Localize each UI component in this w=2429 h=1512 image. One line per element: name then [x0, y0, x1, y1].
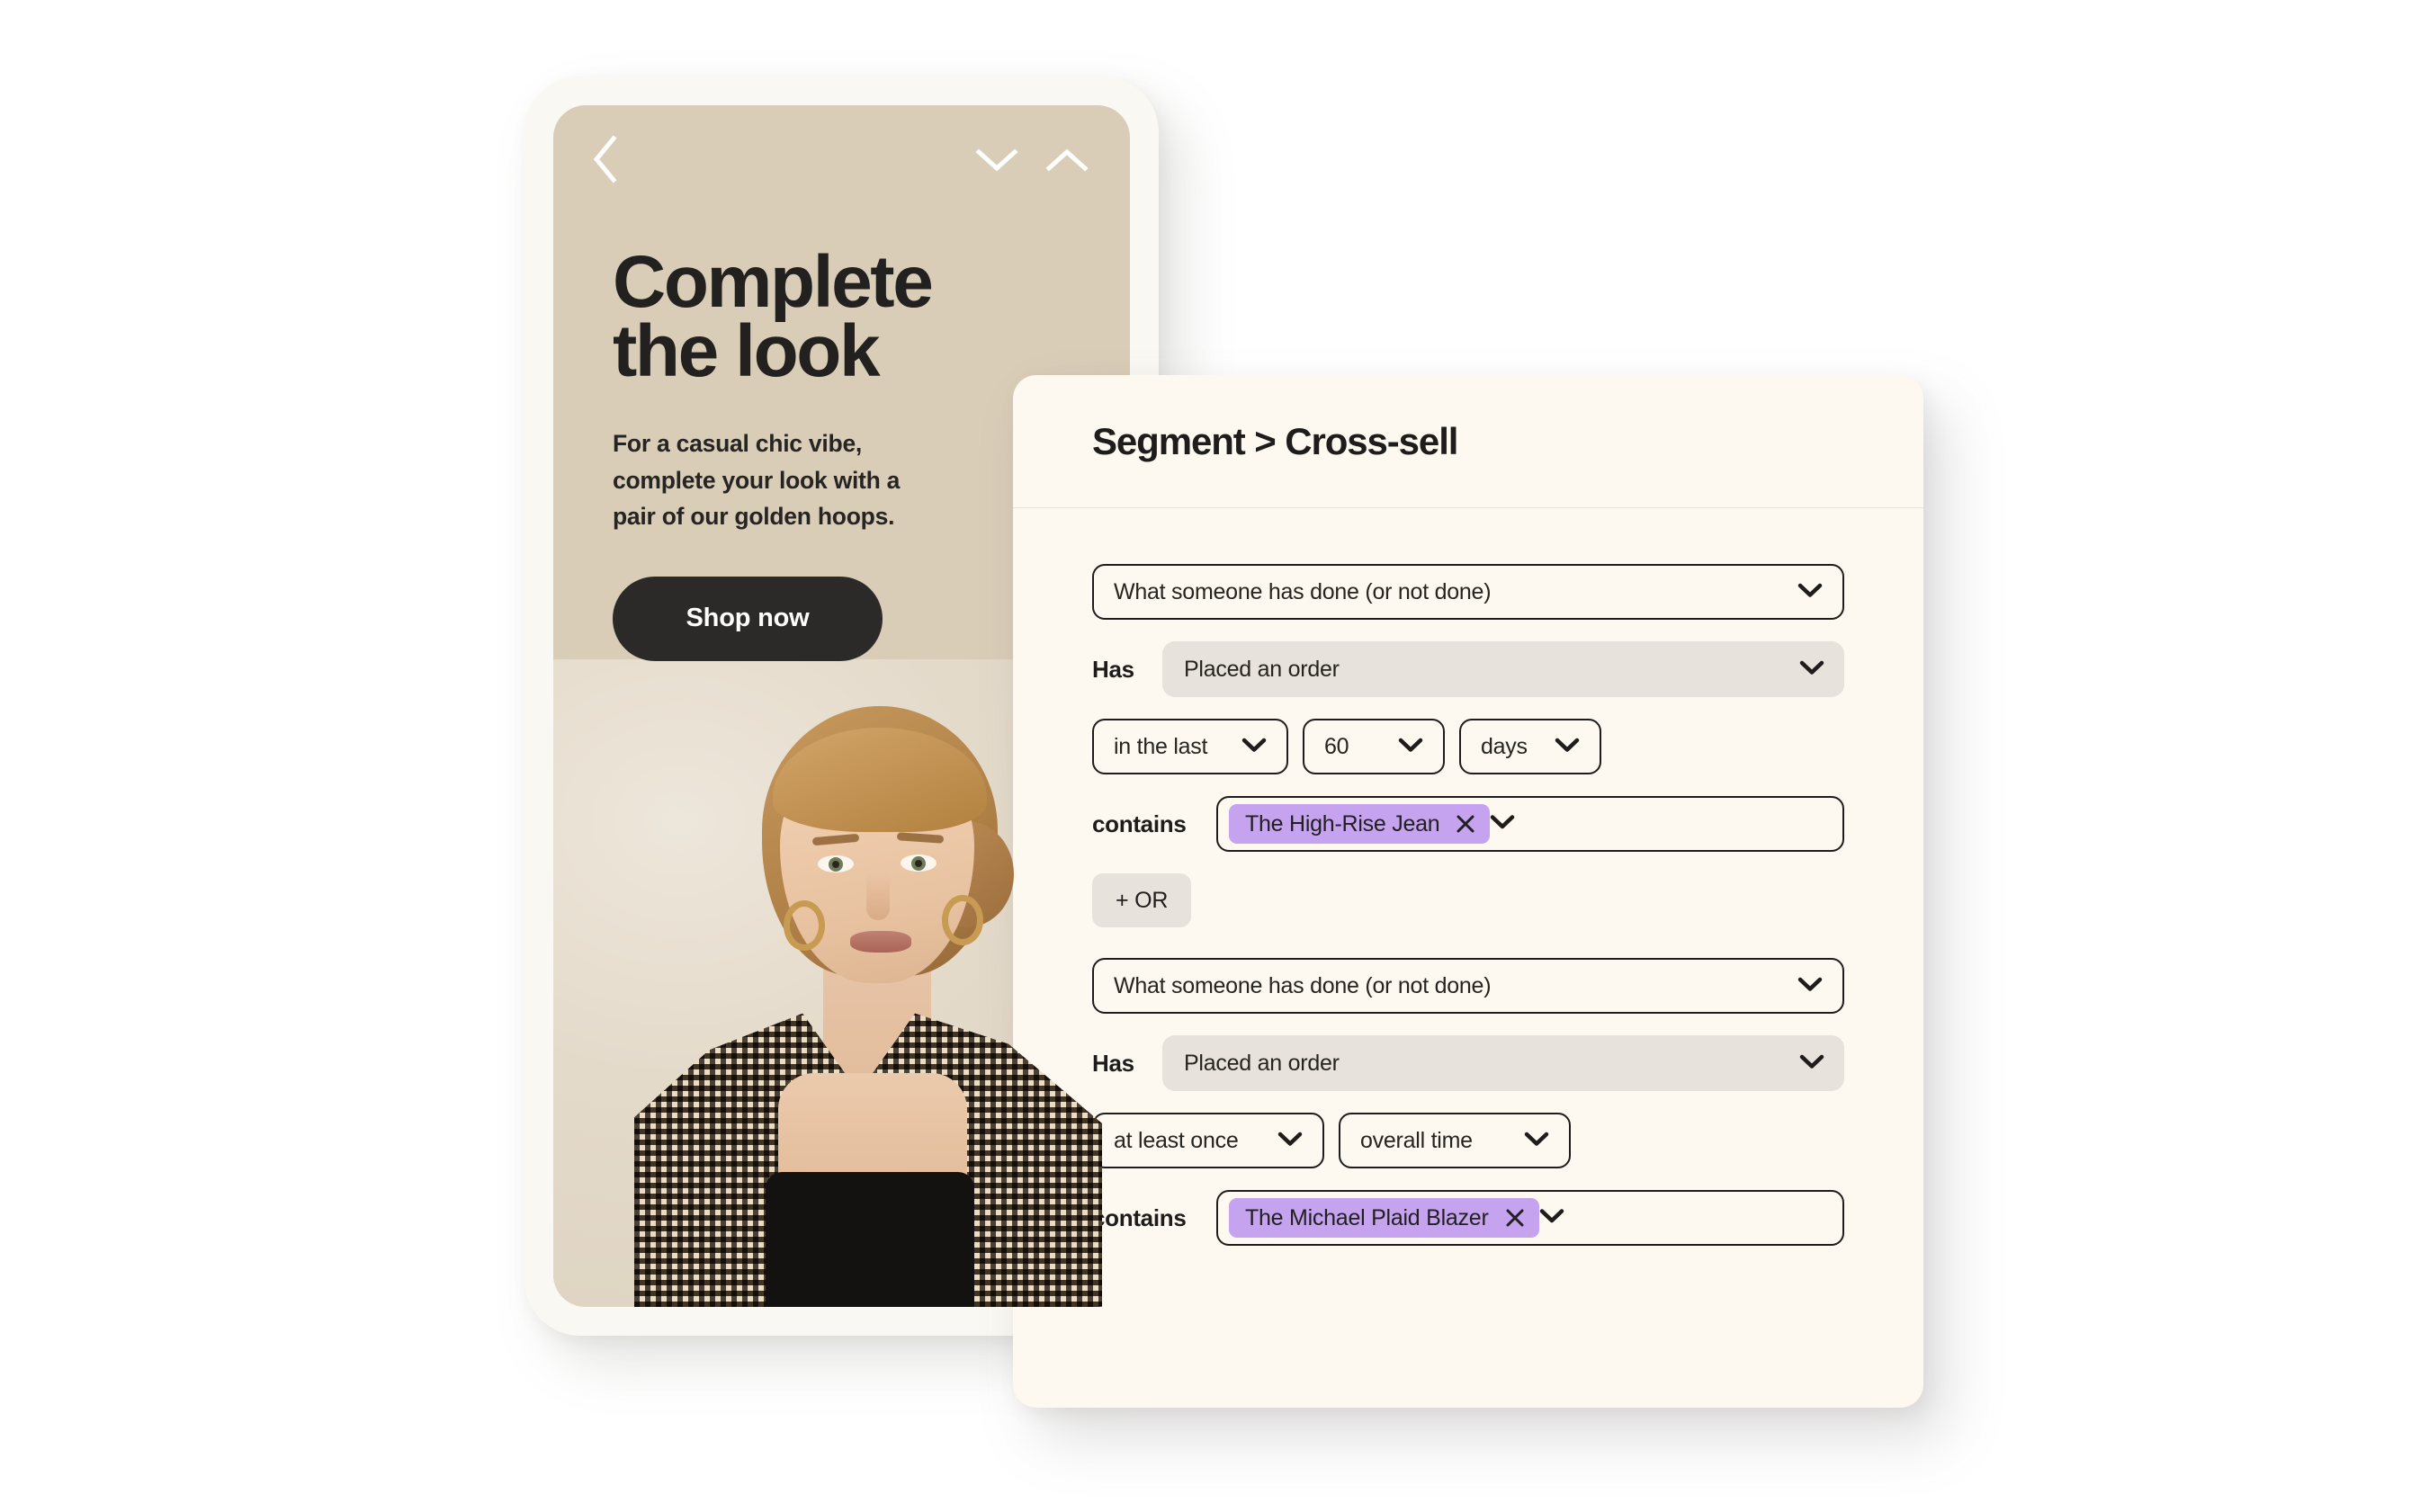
contains-field-2[interactable]: The Michael Plaid Blazer: [1216, 1190, 1844, 1246]
chevron-down-icon[interactable]: [973, 144, 1020, 174]
phone-topbar: [553, 105, 1130, 213]
event-value-1: Placed an order: [1184, 656, 1340, 682]
event-select-1[interactable]: Placed an order: [1162, 641, 1844, 697]
has-label-1: Has: [1092, 655, 1134, 683]
nose: [866, 873, 890, 920]
contains-row-1: contains The High-Rise Jean: [1092, 796, 1844, 852]
timeframe-operator-value-1: in the last: [1114, 733, 1208, 759]
timeframe-row-1: in the last 60 days: [1092, 719, 1844, 774]
chevron-down-icon: [1241, 734, 1267, 760]
black-top: [766, 1172, 974, 1307]
mouth: [850, 931, 911, 953]
contains-field-1[interactable]: The High-Rise Jean: [1216, 796, 1844, 852]
chevron-down-icon: [1277, 1128, 1303, 1154]
product-chip[interactable]: The High-Rise Jean: [1229, 804, 1491, 844]
contains-label-1: contains: [1092, 810, 1187, 837]
condition-type-select-1[interactable]: What someone has done (or not done): [1092, 564, 1844, 620]
chevron-up-icon[interactable]: [1044, 144, 1090, 174]
chevron-down-icon: [1490, 814, 1515, 835]
timeframe-unit-select-1[interactable]: days: [1459, 719, 1601, 774]
timeframe-amount-select-1[interactable]: 60: [1303, 719, 1445, 774]
condition-type-value-1: What someone has done (or not done): [1114, 578, 1492, 604]
close-icon[interactable]: [1503, 1206, 1527, 1230]
product-chip-label-1: The High-Rise Jean: [1245, 810, 1440, 837]
card-header: Segment > Cross-sell: [1013, 375, 1923, 508]
eye-left: [818, 855, 854, 872]
has-label-2: Has: [1092, 1049, 1134, 1077]
chevron-down-icon: [1799, 1051, 1824, 1077]
promo-subcopy: For a casual chic vibe, complete your lo…: [613, 430, 901, 531]
event-row-2: Has Placed an order: [1092, 1035, 1844, 1091]
chevron-down-icon: [1539, 1208, 1564, 1229]
frequency-value-2: at least once: [1114, 1127, 1239, 1153]
condition-row-2: What someone has done (or not done): [1092, 958, 1844, 1014]
product-chip[interactable]: The Michael Plaid Blazer: [1229, 1198, 1539, 1238]
eye-right: [901, 854, 937, 872]
contains-label-2: contains: [1092, 1203, 1187, 1231]
promo-copy: Complete the look For a casual chic vibe…: [613, 241, 1094, 661]
chevron-down-icon: [1797, 579, 1823, 605]
add-or-button[interactable]: + OR: [1092, 873, 1192, 927]
chevron-down-icon: [1555, 734, 1580, 760]
chevron-down-icon: [1799, 657, 1824, 683]
event-row: Has Placed an order: [1092, 641, 1844, 697]
product-chip-label-2: The Michael Plaid Blazer: [1245, 1204, 1489, 1230]
frequency-select-2[interactable]: at least once: [1092, 1113, 1324, 1168]
hoop-earring-right: [942, 895, 983, 945]
close-icon[interactable]: [1454, 812, 1477, 836]
chevron-left-icon[interactable]: [589, 134, 620, 184]
page-title: Segment > Cross-sell: [1092, 419, 1458, 462]
promo-headline: Complete the look: [613, 241, 934, 393]
chevron-down-icon: [1398, 734, 1423, 760]
condition-type-select-2[interactable]: What someone has done (or not done): [1092, 958, 1844, 1014]
event-select-2[interactable]: Placed an order: [1162, 1035, 1844, 1091]
timeframe-unit-value-1: days: [1481, 733, 1528, 759]
condition-type-value-2: What someone has done (or not done): [1114, 972, 1492, 998]
contains-row-2: contains The Michael Plaid Blazer: [1092, 1190, 1844, 1246]
timeframe-row-2: at least once overall time: [1092, 1113, 1844, 1168]
hoop-earring-left: [784, 900, 825, 951]
card-body: What someone has done (or not done) Has …: [1013, 508, 1923, 1246]
timeframe-unit-value-2: overall time: [1360, 1127, 1473, 1153]
condition-block-1: What someone has done (or not done) Has …: [1092, 564, 1844, 927]
chevron-down-icon: [1797, 973, 1823, 999]
segment-builder-card: Segment > Cross-sell What someone has do…: [1013, 375, 1923, 1408]
timeframe-amount-value-1: 60: [1324, 733, 1349, 759]
event-value-2: Placed an order: [1184, 1050, 1340, 1076]
timeframe-unit-select-2[interactable]: overall time: [1339, 1113, 1571, 1168]
timeframe-operator-select-1[interactable]: in the last: [1092, 719, 1288, 774]
shop-now-button[interactable]: Shop now: [613, 576, 883, 661]
condition-block-2: What someone has done (or not done) Has …: [1092, 958, 1844, 1246]
chevron-down-icon: [1524, 1128, 1549, 1154]
condition-row: What someone has done (or not done): [1092, 564, 1844, 620]
